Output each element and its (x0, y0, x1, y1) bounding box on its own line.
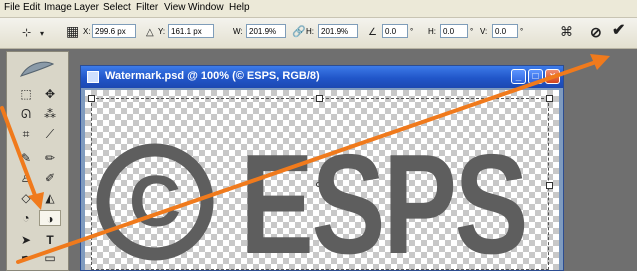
document-window: Watermark.psd @ 100% (© ESPS, RGB/8) _ □… (80, 65, 564, 271)
copyright-symbol: C (96, 143, 214, 261)
slice-tool-icon[interactable]: ⟋ (39, 126, 61, 142)
y-label: Y: (158, 27, 166, 36)
y-position-field[interactable]: 161.1 px (168, 24, 214, 38)
eraser-tool-icon[interactable]: ◇ (15, 190, 37, 206)
h-label: H: (306, 27, 314, 36)
lasso-tool-icon[interactable]: ᘏ (15, 106, 37, 122)
clone-stamp-icon[interactable]: ♙ (15, 170, 37, 186)
paint-bucket-icon[interactable]: ◭ (39, 190, 61, 206)
transform-handle[interactable] (316, 95, 323, 102)
menu-edit[interactable]: Edit (23, 2, 40, 13)
transform-handle[interactable] (546, 95, 553, 102)
link-icon[interactable]: 🔗 (292, 25, 306, 39)
width-field[interactable]: 201.9% (246, 24, 286, 38)
watermark-text: ESPS (240, 125, 528, 271)
reference-point-icon[interactable]: ▦ (66, 24, 79, 38)
document-titlebar[interactable]: Watermark.psd @ 100% (© ESPS, RGB/8) _ □… (81, 66, 563, 88)
feather-logo-icon (19, 61, 55, 77)
vskew-label: V: (480, 27, 488, 36)
marquee-tool-icon[interactable]: ⬚ (15, 86, 37, 102)
document-canvas[interactable]: C ESPS (85, 90, 559, 270)
hskew-label: H: (428, 27, 436, 36)
x-position-field[interactable]: 299.6 px (92, 24, 136, 38)
menu-filter[interactable]: Filter (136, 2, 158, 13)
move-tool-icon[interactable]: ✥ (39, 86, 61, 102)
w-label: W: (233, 27, 243, 36)
degree-symbol: ° (410, 27, 414, 36)
shape-tool-icon[interactable]: ▭ (39, 250, 61, 266)
pen-tool-icon[interactable]: ✒ (15, 250, 37, 266)
minimize-button[interactable]: _ (511, 69, 526, 84)
vertical-skew-field[interactable]: 0.0 (492, 24, 518, 38)
degree-symbol: ° (470, 27, 474, 36)
menu-image[interactable]: Image (44, 2, 72, 13)
crop-tool-icon[interactable]: ⌗ (15, 126, 37, 142)
dropdown-arrow-icon[interactable]: ▾ (40, 27, 44, 41)
type-tool-icon[interactable]: T (39, 232, 61, 248)
menu-bar: File Edit Image Layer Select Filter View… (0, 0, 637, 18)
commit-transform-icon[interactable]: ✔ (612, 23, 625, 39)
transform-handle[interactable] (88, 95, 95, 102)
maximize-button[interactable]: □ (528, 69, 543, 84)
menu-file[interactable]: File (4, 2, 20, 13)
angle-icon: ∠ (368, 27, 377, 38)
menu-view[interactable]: View (164, 2, 186, 13)
menu-select[interactable]: Select (103, 2, 131, 13)
degree-symbol: ° (520, 27, 524, 36)
warp-icon[interactable]: ⌘ (560, 25, 573, 39)
rotation-field[interactable]: 0.0 (382, 24, 408, 38)
height-field[interactable]: 201.9% (318, 24, 358, 38)
blur-tool-icon[interactable]: ◔ (15, 210, 37, 226)
transform-handle[interactable] (546, 182, 553, 189)
document-icon (87, 71, 99, 83)
magic-wand-icon[interactable]: ⁂ (39, 106, 61, 122)
close-button[interactable]: × (545, 69, 560, 84)
move-tool-icon[interactable]: ⊹ (22, 26, 31, 40)
healing-brush-icon[interactable]: ✎ (15, 150, 37, 166)
menu-help[interactable]: Help (229, 2, 250, 13)
history-brush-icon[interactable]: ✐ (39, 170, 61, 186)
document-title: Watermark.psd @ 100% (© ESPS, RGB/8) (105, 70, 320, 82)
delta-icon[interactable]: △ (146, 26, 154, 40)
cancel-transform-icon[interactable]: ⊘ (590, 25, 602, 39)
tools-panel: ⬚ ✥ ᘏ ⁂ ⌗ ⟋ ✎ ✏ ♙ ✐ ◇ ◭ ◔ ◑ ➤ T ✒ ▭ (6, 51, 69, 271)
options-bar: ⊹ ▾ ▦ X: 299.6 px △ Y: 161.1 px W: 201.9… (0, 18, 637, 49)
svg-text:C: C (129, 162, 181, 242)
x-label: X: (83, 27, 91, 36)
brush-tool-icon[interactable]: ✏ (39, 150, 61, 166)
horizontal-skew-field[interactable]: 0.0 (440, 24, 468, 38)
path-selection-icon[interactable]: ➤ (15, 232, 37, 248)
dodge-tool-icon[interactable]: ◑ (39, 210, 61, 226)
menu-layer[interactable]: Layer (74, 2, 99, 13)
menu-window[interactable]: Window (188, 2, 224, 13)
